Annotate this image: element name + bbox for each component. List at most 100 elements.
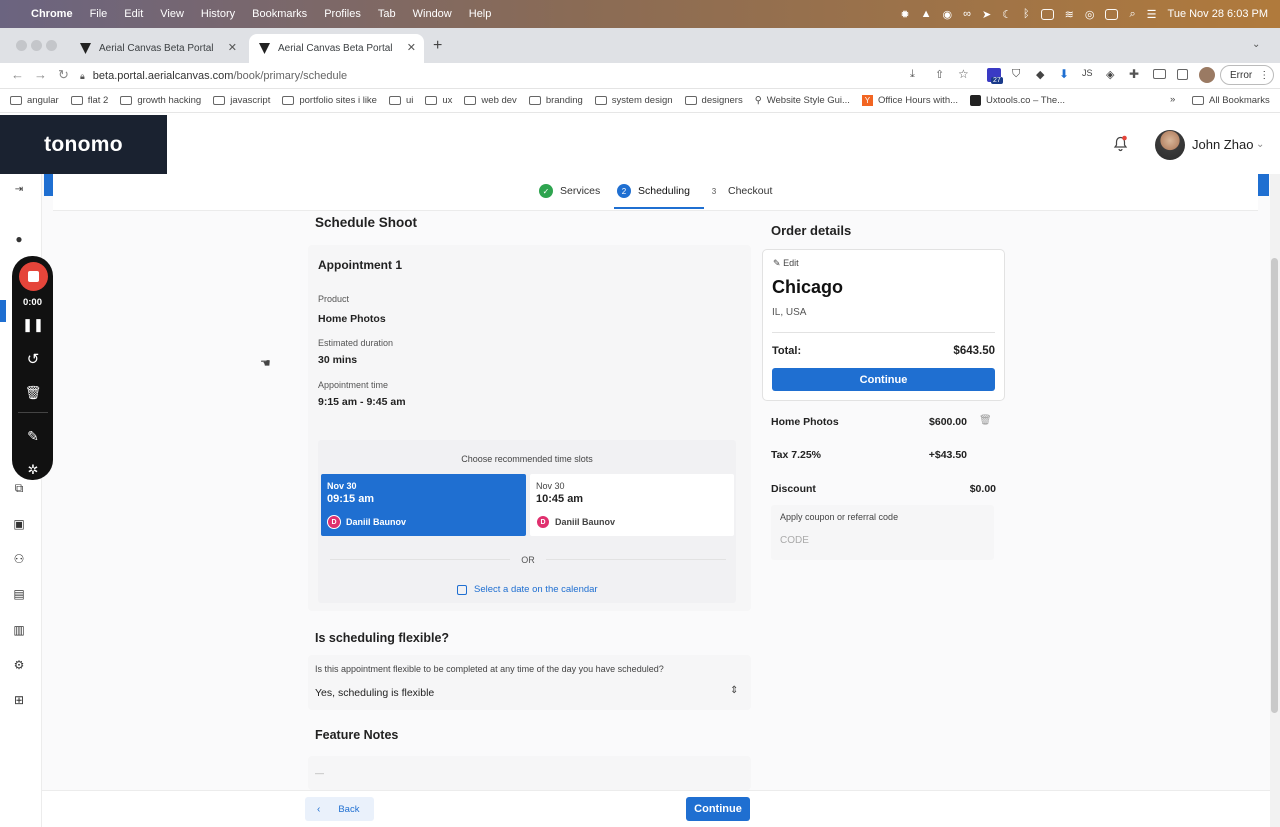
shield-extension-icon[interactable]: ⛉ bbox=[1012, 68, 1020, 81]
edit-location-button[interactable]: ✎ Edit bbox=[773, 258, 799, 269]
menu-file[interactable]: File bbox=[90, 8, 108, 20]
window-close-control[interactable] bbox=[16, 40, 27, 51]
bookmark-folder[interactable]: javascript bbox=[213, 95, 270, 106]
url-bar[interactable]: 🔒︎ beta.portal.aerialcanvas.com/book/pri… bbox=[80, 65, 980, 87]
cast-icon[interactable] bbox=[1153, 69, 1166, 79]
bookmark-folder[interactable]: ui bbox=[388, 95, 413, 106]
flexible-select-value[interactable]: Yes, scheduling is flexible bbox=[315, 687, 434, 699]
arrow-status-icon[interactable]: ➤ bbox=[982, 8, 991, 21]
side-panel-icon[interactable] bbox=[1177, 69, 1188, 80]
select-updown-icon[interactable]: ⇕ bbox=[730, 685, 738, 696]
bookmark-link[interactable]: ⚲ Website Style Gui... bbox=[755, 95, 850, 106]
tab-search-chevron-icon[interactable]: ⌄ bbox=[1252, 39, 1260, 50]
control-center-icon[interactable]: ☰ bbox=[1147, 8, 1157, 21]
battery-icon[interactable] bbox=[1040, 8, 1054, 20]
restart-icon[interactable]: ↺ bbox=[22, 350, 44, 368]
step-scheduling[interactable]: 2 Scheduling bbox=[617, 184, 690, 198]
chevron-down-icon[interactable]: ⌄ bbox=[1256, 139, 1264, 150]
install-icon[interactable]: ⤓ bbox=[910, 68, 915, 81]
puzzle-extensions-icon[interactable]: ✚ bbox=[1129, 67, 1139, 81]
browser-tab[interactable]: Aerial Canvas Beta Portal ✕ bbox=[70, 34, 245, 63]
back-arrow-icon[interactable]: ← bbox=[11, 67, 24, 82]
tonomo-logo[interactable]: tonomo bbox=[0, 115, 167, 174]
all-bookmarks[interactable]: All Bookmarks bbox=[1192, 95, 1270, 106]
search-status-icon[interactable]: ⌕ bbox=[1129, 8, 1135, 21]
feature-notes-field[interactable] bbox=[308, 756, 751, 790]
moon-icon[interactable]: ☾ bbox=[1002, 8, 1012, 21]
browser-tab-active[interactable]: Aerial Canvas Beta Portal ✕ bbox=[249, 34, 424, 63]
bookmark-star-icon[interactable]: ☆ bbox=[958, 67, 969, 81]
user-icon[interactable]: ● bbox=[11, 232, 27, 246]
footer-continue-button[interactable]: Continue bbox=[686, 797, 750, 821]
user-name[interactable]: John Zhao bbox=[1192, 137, 1253, 152]
menu-app-name[interactable]: Chrome bbox=[31, 8, 73, 20]
scrollbar-thumb[interactable] bbox=[1271, 258, 1278, 713]
menu-tab[interactable]: Tab bbox=[378, 8, 396, 20]
tab-close-icon[interactable]: ✕ bbox=[228, 41, 237, 54]
menu-edit[interactable]: Edit bbox=[124, 8, 143, 20]
invoice-icon[interactable]: ▤ bbox=[11, 587, 27, 601]
menu-profiles[interactable]: Profiles bbox=[324, 8, 361, 20]
step-services[interactable]: ✓ Services bbox=[539, 184, 600, 198]
settings-icon[interactable]: ⚙ bbox=[11, 658, 27, 672]
js-extension-icon[interactable]: JS bbox=[1082, 68, 1093, 78]
step-checkout[interactable]: 3 Checkout bbox=[707, 184, 773, 198]
extension-icon[interactable]: ◈ bbox=[1106, 68, 1114, 81]
user-avatar[interactable] bbox=[1155, 130, 1185, 160]
bookmark-folder[interactable]: flat 2 bbox=[70, 95, 108, 106]
user-status-icon[interactable]: ◎ bbox=[1085, 8, 1095, 21]
pencil-icon[interactable]: ✎ bbox=[22, 428, 44, 445]
order-continue-button[interactable]: Continue bbox=[772, 368, 995, 391]
display-icon[interactable] bbox=[1105, 8, 1119, 20]
reload-icon[interactable]: ↻ bbox=[58, 67, 69, 83]
share-icon[interactable]: ⇧ bbox=[935, 68, 944, 81]
integrations-icon[interactable]: ⧉ bbox=[11, 481, 27, 496]
notification-bell-icon[interactable] bbox=[1113, 135, 1128, 152]
select-date-link[interactable]: Select a date on the calendar bbox=[457, 584, 598, 595]
bluetooth-icon[interactable]: ᛒ bbox=[1023, 8, 1030, 20]
stop-recording-button[interactable] bbox=[19, 262, 48, 291]
bookmark-folder[interactable]: angular bbox=[10, 95, 59, 106]
bookmark-link[interactable]: Uxtools.co – The... bbox=[970, 95, 1065, 106]
profile-avatar-icon[interactable] bbox=[1199, 67, 1215, 83]
time-slot[interactable]: Nov 30 10:45 am D Daniil Baunov bbox=[530, 474, 734, 536]
bookmark-folder[interactable]: system design bbox=[594, 95, 673, 106]
gear-status-icon[interactable]: ✹ bbox=[900, 8, 909, 21]
extension-icon[interactable]: ◆ bbox=[1036, 68, 1044, 81]
back-button[interactable]: ‹ Back bbox=[305, 797, 374, 821]
bookmark-folder[interactable]: portfolio sites i like bbox=[282, 95, 377, 106]
coupon-input[interactable]: CODE bbox=[780, 535, 809, 546]
new-tab-icon[interactable]: + bbox=[433, 37, 442, 55]
bookmark-link[interactable]: Y Office Hours with... bbox=[861, 95, 958, 106]
vlc-status-icon[interactable]: ▲ bbox=[921, 8, 932, 20]
document-icon[interactable]: ▥ bbox=[11, 623, 27, 637]
bookmark-folder[interactable]: growth hacking bbox=[120, 95, 201, 106]
collapse-sidebar-icon[interactable]: ⇥ bbox=[11, 184, 27, 195]
creative-cloud-icon[interactable]: ◉ bbox=[942, 8, 952, 21]
bookmark-folder[interactable]: designers bbox=[684, 95, 743, 106]
bookmark-folder[interactable]: web dev bbox=[464, 95, 517, 106]
wifi-icon[interactable]: ≋ bbox=[1065, 8, 1074, 21]
time-slot-selected[interactable]: Nov 30 09:15 am D Daniil Baunov bbox=[321, 474, 526, 536]
clock[interactable]: Tue Nov 28 6:03 PM bbox=[1168, 8, 1268, 20]
menu-view[interactable]: View bbox=[160, 8, 184, 20]
more-bookmarks-icon[interactable]: » bbox=[1170, 94, 1175, 105]
effects-icon[interactable]: ✲ bbox=[22, 462, 44, 478]
menu-bookmarks[interactable]: Bookmarks bbox=[252, 8, 307, 20]
menu-history[interactable]: History bbox=[201, 8, 235, 20]
lock-icon[interactable]: 🔒︎ bbox=[80, 71, 85, 82]
download-extension-icon[interactable]: ⬇ bbox=[1059, 67, 1069, 81]
menu-window[interactable]: Window bbox=[413, 8, 452, 20]
team-icon[interactable]: ⚇ bbox=[11, 552, 27, 566]
trash-icon[interactable]: 🗑︎ bbox=[22, 385, 44, 401]
remove-item-trash-icon[interactable]: 🗑︎ bbox=[979, 415, 992, 426]
window-minimize-control[interactable] bbox=[31, 40, 42, 51]
bookmark-folder[interactable]: branding bbox=[528, 95, 583, 106]
box-icon[interactable]: ▣ bbox=[11, 517, 27, 531]
error-button[interactable]: Error ⋮ bbox=[1220, 65, 1274, 85]
glasses-icon[interactable]: ∞ bbox=[963, 8, 971, 20]
pause-icon[interactable]: ❚❚ bbox=[22, 317, 44, 333]
bookmark-folder[interactable]: ux bbox=[425, 95, 452, 106]
tab-close-icon[interactable]: ✕ bbox=[407, 41, 416, 54]
menu-help[interactable]: Help bbox=[469, 8, 492, 20]
